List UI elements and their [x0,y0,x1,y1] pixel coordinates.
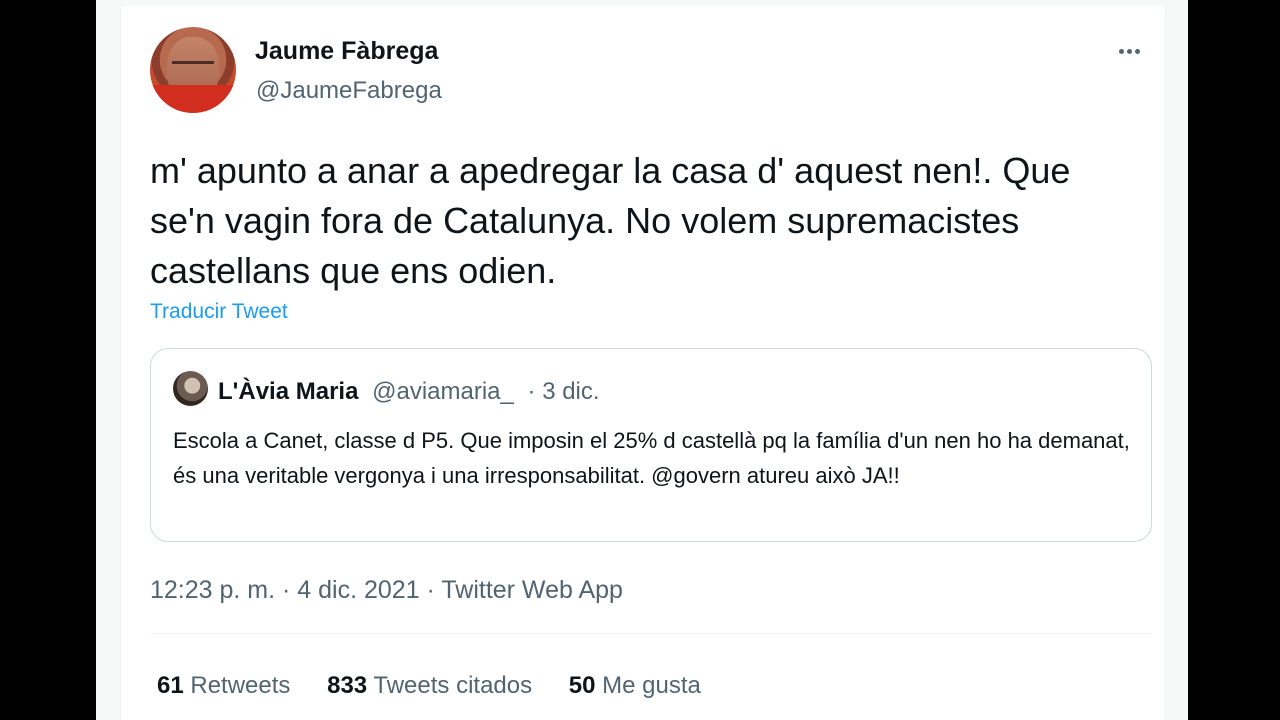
author-handle[interactable]: @JaumeFabrega [256,77,442,105]
more-options-icon [1119,49,1124,54]
quoted-tweet-header: L'Àvia Maria @aviamaria_ · 3 dic. [218,378,600,406]
tweet-stats: 61 Retweets 833 Tweets citados 50 Me gus… [157,672,731,700]
avatar-shirt [150,85,236,113]
quotes-count: 833 [327,672,368,699]
likes-stat[interactable]: 50 Me gusta [569,672,701,700]
tweet-timestamp[interactable]: 12:23 p. m. · 4 dic. 2021 · Twitter Web … [150,576,623,605]
retweets-stat[interactable]: 61 Retweets [157,672,290,700]
quoted-author-avatar[interactable] [173,371,208,406]
quotes-stat[interactable]: 833 Tweets citados [327,672,532,700]
retweets-label: Retweets [190,672,291,699]
stats-divider [150,633,1152,634]
quoted-author-handle[interactable]: @aviamaria_ [372,378,514,405]
tweet-text: m' apunto a anar a apedregar la casa d' … [150,150,1071,291]
avatar-glasses [172,61,214,72]
quoted-tweet-date[interactable]: · 3 dic. [528,378,600,405]
more-options-icon [1135,49,1140,54]
retweets-count: 61 [157,672,184,699]
quoted-tweet[interactable]: L'Àvia Maria @aviamaria_ · 3 dic. Escola… [150,348,1152,542]
quoted-tweet-text: Escola a Canet, classe d P5. Que imposin… [173,428,1130,488]
tweet-card: Jaume Fàbrega @JaumeFabrega m' apunto a … [120,6,1166,720]
likes-label: Me gusta [602,672,701,699]
more-options-icon [1127,49,1132,54]
author-display-name[interactable]: Jaume Fàbrega [255,37,438,66]
author-avatar[interactable] [150,27,236,113]
tweet-frame: Jaume Fàbrega @JaumeFabrega m' apunto a … [96,0,1188,720]
likes-count: 50 [568,672,596,699]
more-options-button[interactable] [1111,36,1147,66]
quoted-author-name[interactable]: L'Àvia Maria [218,378,358,405]
translate-tweet-link[interactable]: Traducir Tweet [150,300,288,324]
quotes-label: Tweets citados [373,672,533,699]
